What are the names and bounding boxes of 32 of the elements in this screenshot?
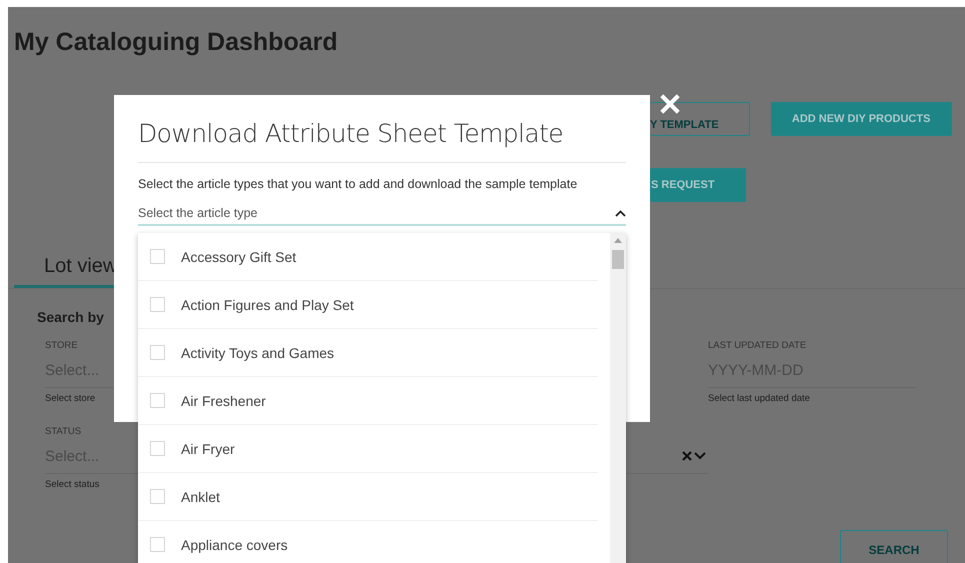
checkbox[interactable] bbox=[150, 393, 165, 408]
checkbox[interactable] bbox=[150, 441, 165, 456]
close-icon[interactable] bbox=[659, 93, 681, 115]
chevron-up-icon bbox=[615, 210, 626, 216]
option-item[interactable]: Action Figures and Play Set bbox=[138, 281, 598, 329]
chevron-down-icon[interactable] bbox=[694, 452, 706, 460]
checkbox[interactable] bbox=[150, 297, 165, 312]
option-item[interactable]: Anklet bbox=[138, 473, 598, 521]
section-heading: Search by bbox=[37, 309, 104, 325]
option-item[interactable]: Air Freshener bbox=[138, 377, 598, 425]
field-hint: Select last updated date bbox=[708, 393, 810, 404]
article-type-select[interactable]: Select the article type bbox=[138, 206, 626, 226]
option-item[interactable]: Air Fryer bbox=[138, 425, 598, 473]
page-title: My Cataloguing Dashboard bbox=[13, 27, 338, 57]
modal-title: Download Attribute Sheet Template bbox=[138, 119, 626, 163]
field-label: LAST UPDATED DATE bbox=[708, 339, 806, 353]
checkbox[interactable] bbox=[150, 345, 165, 360]
modal-description: Select the article types that you want to add and download the sample template bbox=[138, 177, 578, 191]
field-hint: Select status bbox=[45, 479, 100, 490]
checkbox[interactable] bbox=[150, 537, 165, 552]
clear-icon[interactable] bbox=[682, 451, 692, 461]
field-hint: Select store bbox=[45, 393, 96, 404]
field-label: STATUS bbox=[45, 425, 82, 439]
checkbox[interactable] bbox=[150, 489, 165, 504]
scroll-up-icon[interactable] bbox=[614, 238, 622, 243]
field-label: STORE bbox=[45, 339, 78, 353]
option-item[interactable]: Accessory Gift Set bbox=[138, 233, 598, 281]
option-item[interactable]: Activity Toys and Games bbox=[138, 329, 598, 377]
scroll-thumb[interactable] bbox=[612, 250, 624, 269]
checkbox[interactable] bbox=[150, 249, 165, 264]
scrollbar[interactable] bbox=[610, 233, 626, 563]
option-item[interactable]: Appliance covers bbox=[138, 521, 598, 563]
